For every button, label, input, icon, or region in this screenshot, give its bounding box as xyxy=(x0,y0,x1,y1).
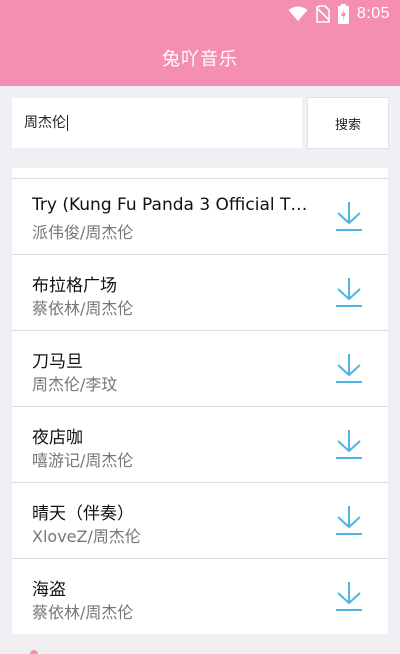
status-time: 8:05 xyxy=(356,5,390,22)
text-caret xyxy=(67,115,68,131)
song-title: Try (Kung Fu Panda 3 Official The... xyxy=(32,195,312,215)
search-row: 周杰伦 搜索 xyxy=(12,98,388,148)
search-button-label: 搜索 xyxy=(334,117,361,133)
search-query-text: 周杰伦 xyxy=(24,115,66,131)
song-title: 刀马旦 xyxy=(32,352,83,372)
list-item[interactable]: 刀马旦 周杰伦/李玟 xyxy=(12,331,388,407)
song-title: 布拉格广场 xyxy=(32,276,117,296)
result-list[interactable]: Try (Kung Fu Panda 3 Official The... 派伟俊… xyxy=(12,168,388,634)
download-icon[interactable] xyxy=(334,200,364,232)
app-title: 兔吖音乐 xyxy=(162,49,238,70)
song-artist: 嘻游记/周杰伦 xyxy=(32,451,134,470)
wifi-icon xyxy=(288,6,308,21)
song-artist: 蔡依林/周杰伦 xyxy=(32,603,134,622)
app-title-bar: 兔吖音乐 xyxy=(0,30,400,86)
song-title: 夜店咖 xyxy=(32,428,83,448)
download-icon[interactable] xyxy=(334,580,364,612)
download-icon[interactable] xyxy=(334,428,364,460)
song-title: 晴天（伴奏） xyxy=(32,504,134,524)
song-artist: 周杰伦/李玟 xyxy=(32,375,118,394)
scroll-hint-mark xyxy=(30,650,38,654)
song-title: 海盗 xyxy=(32,580,66,600)
no-sim-icon xyxy=(315,5,330,23)
search-input[interactable]: 周杰伦 xyxy=(12,98,302,148)
list-item[interactable]: 夜店咖 嘻游记/周杰伦 xyxy=(12,407,388,483)
list-item[interactable]: 晴天（伴奏） XloveZ/周杰伦 xyxy=(12,483,388,559)
song-artist: XloveZ/周杰伦 xyxy=(32,527,141,546)
battery-icon xyxy=(337,4,349,24)
list-item[interactable]: 布拉格广场 蔡依林/周杰伦 xyxy=(12,255,388,331)
download-icon[interactable] xyxy=(334,504,364,536)
song-artist: 蔡依林/周杰伦 xyxy=(32,299,134,318)
song-artist: 派伟俊/周杰伦 xyxy=(32,223,134,242)
list-item[interactable]: 海盗 蔡依林/周杰伦 xyxy=(12,559,388,634)
list-item[interactable]: Try (Kung Fu Panda 3 Official The... 派伟俊… xyxy=(12,179,388,255)
download-icon[interactable] xyxy=(334,352,364,384)
download-icon[interactable] xyxy=(334,276,364,308)
status-bar: 8:05 xyxy=(0,0,400,30)
search-button[interactable]: 搜索 xyxy=(308,98,388,148)
